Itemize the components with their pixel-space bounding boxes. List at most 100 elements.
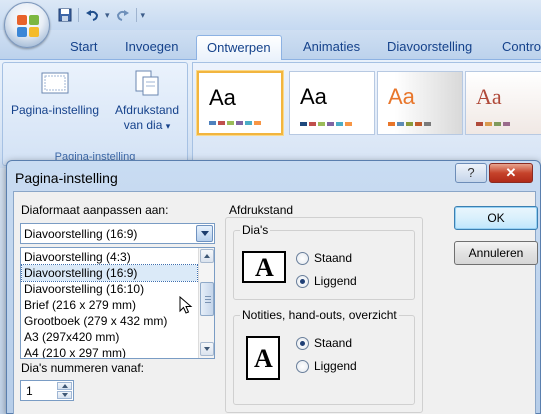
slides-fieldset: Dia's A Staand Liggend (233, 223, 415, 300)
grip-line (205, 296, 211, 297)
spinner-buttons (57, 382, 72, 399)
tab-diavoorstelling[interactable]: Diavoorstelling (377, 35, 482, 60)
cancel-button[interactable]: Annuleren (454, 241, 538, 265)
chevron-down-icon (61, 393, 68, 397)
chevron-up-icon (61, 384, 68, 388)
save-icon[interactable] (56, 6, 74, 24)
orientation-label: Afdrukstand (114, 103, 180, 117)
chevron-down-icon: ▾ (165, 121, 171, 131)
list-item[interactable]: A4 (210 x 297 mm) (22, 345, 197, 358)
dialog-body: Diaformaat aanpassen aan: Diavoorstellin… (13, 191, 538, 414)
theme-colors (476, 122, 510, 126)
tab-controleren[interactable]: Contro (492, 35, 541, 60)
slide-number-value: 1 (26, 384, 33, 398)
slides-portrait-radio[interactable] (296, 251, 309, 265)
list-item[interactable]: Grootboek (279 x 432 mm) (22, 313, 197, 329)
tab-invoegen[interactable]: Invoegen (115, 35, 189, 60)
orientation-sublabel-row: van dia ▾ (107, 118, 187, 134)
ok-button[interactable]: OK (454, 206, 538, 230)
slides-landscape-label: Liggend (314, 274, 357, 288)
qat-separator (135, 8, 137, 22)
chevron-down-icon (204, 347, 210, 351)
tab-animaties[interactable]: Animaties (293, 35, 370, 60)
slide-size-label: Diaformaat aanpassen aan: (21, 203, 169, 217)
list-item[interactable]: Brief (216 x 279 mm) (22, 297, 197, 313)
list-item[interactable]: Diavoorstelling (4:3) (22, 249, 197, 265)
tab-start[interactable]: Start (60, 35, 107, 60)
orientation-sublabel: van dia (123, 118, 163, 132)
orientation-button[interactable]: Afdrukstand van dia ▾ (107, 69, 187, 134)
dialog-title: Pagina-instelling (15, 170, 118, 186)
slide-number-label: Dia's nummeren vanaf: (21, 361, 145, 375)
chevron-up-icon (204, 254, 210, 258)
notes-landscape-label: Liggend (314, 359, 357, 373)
notes-landscape-radio[interactable] (296, 359, 309, 373)
scroll-thumb[interactable] (200, 282, 214, 316)
landscape-page-icon: A (242, 251, 286, 283)
theme-plain[interactable]: Aa (289, 71, 375, 135)
orientation-heading: Afdrukstand (229, 203, 294, 217)
tab-ontwerpen[interactable]: Ontwerpen (196, 35, 282, 61)
list-scrollbar[interactable] (198, 248, 214, 358)
office-logo-icon (17, 15, 39, 37)
slides-landscape-option[interactable]: Liggend (296, 274, 357, 288)
scroll-down-button[interactable] (200, 342, 214, 356)
page-setup-group: Pagina-instelling Afdrukstand van dia ▾ … (2, 62, 188, 166)
theme-text: Aa (209, 85, 236, 110)
list-item-selected[interactable]: Diavoorstelling (16:9) (21, 264, 198, 282)
list-item[interactable]: A3 (297x420 mm) (22, 329, 197, 345)
qat-separator (78, 8, 79, 22)
theme-text: Aa (300, 84, 327, 109)
scroll-up-button[interactable] (200, 249, 214, 263)
customize-icon[interactable]: ▾ (141, 10, 146, 21)
slides-portrait-option[interactable]: Staand (296, 251, 352, 265)
theme-orange[interactable]: Aa (377, 71, 463, 135)
notes-landscape-option[interactable]: Liggend (296, 359, 357, 373)
theme-red[interactable]: Aa (465, 71, 541, 135)
page-letter: A (255, 253, 274, 282)
page-letter: A (254, 344, 273, 373)
ribbon: Pagina-instelling Afdrukstand van dia ▾ … (0, 60, 541, 168)
notes-portrait-label: Staand (314, 336, 353, 350)
mouse-cursor-icon (179, 296, 193, 314)
chevron-down-icon (200, 231, 209, 236)
ribbon-tabs: Start Invoegen Ontwerpen Animaties Diavo… (0, 30, 541, 61)
spinner-up-button[interactable] (57, 382, 72, 390)
slide-size-value: Diavoorstelling (16:9) (24, 227, 138, 241)
close-button[interactable]: ✕ (489, 163, 533, 183)
undo-icon[interactable] (83, 6, 101, 24)
slides-portrait-label: Staand (314, 251, 353, 265)
theme-colors (388, 122, 431, 126)
office-button[interactable] (4, 2, 50, 48)
slide-size-combobox[interactable]: Diavoorstelling (16:9) (20, 223, 215, 244)
themes-gallery: Aa Aa Aa Aa (192, 62, 541, 166)
undo-dropdown-icon[interactable]: ▾ (105, 10, 110, 21)
orientation-icon (132, 69, 162, 97)
theme-text: Aa (388, 84, 415, 109)
slide-number-spinner[interactable]: 1 (20, 380, 74, 401)
slides-landscape-radio[interactable] (296, 274, 309, 288)
page-setup-label: Pagina-instelling (10, 103, 100, 117)
notes-legend: Notities, hand-outs, overzicht (240, 308, 399, 322)
orientation-group: Dia's A Staand Liggend Notities, hand-ou… (225, 217, 423, 413)
page-setup-button[interactable]: Pagina-instelling (7, 69, 103, 118)
page-setup-dialog: Pagina-instelling ? ✕ Diaformaat aanpass… (6, 160, 541, 414)
quick-access-toolbar: ▾ ▾ (56, 4, 145, 26)
theme-office[interactable]: Aa (197, 71, 283, 135)
help-button[interactable]: ? (455, 163, 487, 183)
dropdown-arrow-button[interactable] (196, 225, 213, 242)
theme-colors (209, 121, 261, 125)
spinner-down-button[interactable] (57, 391, 72, 399)
grip-line (205, 299, 211, 300)
slides-legend: Dia's (240, 223, 271, 237)
portrait-page-icon: A (246, 336, 280, 380)
grip-line (205, 302, 211, 303)
list-item[interactable]: Diavoorstelling (16:10) (22, 281, 197, 297)
redo-icon[interactable] (114, 6, 132, 24)
theme-text: Aa (476, 84, 502, 109)
notes-portrait-radio[interactable] (296, 336, 309, 350)
theme-colors (300, 122, 352, 126)
notes-fieldset: Notities, hand-outs, overzicht A Staand … (233, 308, 415, 405)
page-setup-icon (40, 69, 70, 97)
notes-portrait-option[interactable]: Staand (296, 336, 352, 350)
